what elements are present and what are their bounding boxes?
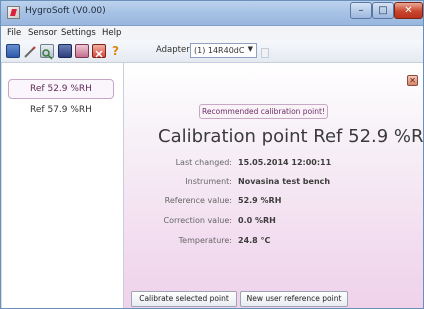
detail-value: 52.9 %RH <box>238 196 282 205</box>
zoom-icon[interactable] <box>40 44 54 60</box>
detail-row-reference-value: Reference value: 52.9 %RH <box>124 196 423 210</box>
close-panel-button[interactable]: ✕ <box>407 75 418 86</box>
page-title: Calibration point Ref 52.9 %RH <box>158 126 424 147</box>
menu-help[interactable]: Help <box>102 28 121 38</box>
detail-label: Temperature: <box>178 236 232 245</box>
detail-row-correction-value: Correction value: 0.0 %RH <box>124 216 423 230</box>
detail-value: 0.0 %RH <box>238 216 276 225</box>
detail-row-temperature: Temperature: 24.8 °C <box>124 236 423 250</box>
module-icon[interactable] <box>58 44 72 58</box>
minimize-button[interactable]: – <box>350 2 372 19</box>
detail-value: 15.05.2014 12:00:11 <box>238 158 332 167</box>
chart-icon[interactable] <box>75 44 89 58</box>
adapter-label: Adapter: <box>156 45 193 55</box>
help-icon[interactable]: ? <box>112 44 122 58</box>
detail-value: Novasina test bench <box>238 177 331 186</box>
adapter-select[interactable]: (1) 14R40dC ▼ <box>190 43 257 58</box>
detail-label: Reference value: <box>164 196 232 205</box>
menu-file[interactable]: File <box>7 28 21 38</box>
close-doc-icon[interactable] <box>92 44 106 58</box>
calibration-detail-panel: ✕ Recommended calibration point! Calibra… <box>124 63 424 308</box>
app-window: HygroSoft (V0.00) – □ ✕ File Sensor Sett… <box>0 0 424 309</box>
title-bar[interactable]: HygroSoft (V0.00) – □ ✕ <box>1 1 423 26</box>
app-logo-icon <box>7 6 20 19</box>
calibration-point-list: Ref 52.9 %RH Ref 57.9 %RH <box>2 63 124 308</box>
window-title: HygroSoft (V0.00) <box>25 6 106 16</box>
close-window-button[interactable]: ✕ <box>394 2 423 19</box>
adapter-select-value: (1) 14R40dC <box>194 46 245 55</box>
toolbar-grip[interactable] <box>261 48 269 58</box>
maximize-button[interactable]: □ <box>372 2 394 19</box>
menu-bar: File Sensor Settings Help <box>1 26 423 40</box>
new-user-reference-point-button[interactable]: New user reference point <box>240 291 348 307</box>
detail-value: 24.8 °C <box>238 236 271 245</box>
menu-sensor[interactable]: Sensor <box>28 28 57 38</box>
detail-label: Correction value: <box>163 216 232 225</box>
detail-label: Instrument: <box>185 177 232 186</box>
detail-label: Last changed: <box>175 158 232 167</box>
menu-settings[interactable]: Settings <box>61 28 96 38</box>
detail-row-last-changed: Last changed: 15.05.2014 12:00:11 <box>124 158 423 172</box>
list-item-ref-57-9[interactable]: Ref 57.9 %RH <box>8 101 114 121</box>
detail-row-instrument: Instrument: Novasina test bench <box>124 177 423 191</box>
list-item-ref-52-9[interactable]: Ref 52.9 %RH <box>8 79 114 99</box>
connect-icon[interactable] <box>6 44 20 58</box>
chevron-down-icon: ▼ <box>247 45 253 53</box>
recommended-badge: Recommended calibration point! <box>199 104 328 119</box>
calibrate-selected-point-button[interactable]: Calibrate selected point <box>131 291 237 307</box>
toolbar: ? Adapter: (1) 14R40dC ▼ <box>1 40 423 63</box>
edit-icon[interactable] <box>23 44 37 58</box>
